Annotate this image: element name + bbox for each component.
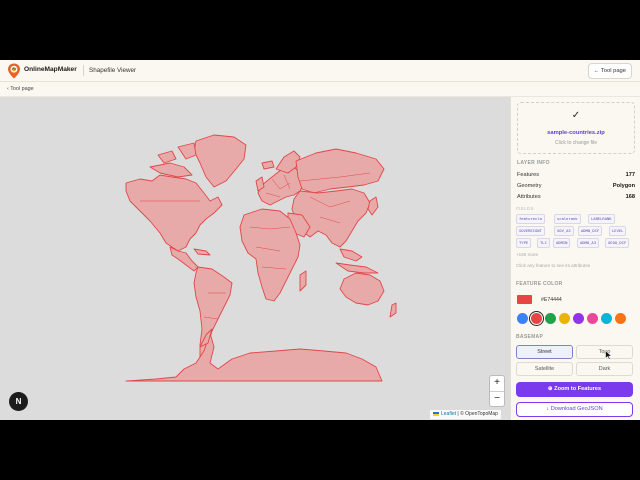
color-preset-purple[interactable] (573, 313, 584, 324)
field-chip[interactable]: TYPE (516, 238, 532, 248)
country-shape-iceland[interactable] (261, 160, 275, 170)
zoom-control: + − (489, 375, 505, 407)
field-chip[interactable]: scalerank (554, 214, 581, 224)
map-attribution: Leaflet | © OpenTopoMap (430, 410, 501, 419)
page-title: Shapefile Viewer (89, 66, 137, 74)
color-hex-value[interactable]: #E74444 (541, 297, 562, 303)
app-window: OnlineMapMaker Shapefile Viewer ← Tool p… (0, 60, 640, 420)
color-preset-yellow[interactable] (559, 313, 570, 324)
brand-name: OnlineMapMaker (24, 66, 77, 73)
zoom-in-button[interactable]: + (490, 376, 504, 392)
country-shape-se-asia[interactable] (339, 248, 363, 262)
field-chip[interactable]: ADMIN (553, 238, 571, 248)
basemap-dark-button[interactable]: Dark (576, 362, 633, 376)
attribution-text: | © OpenTopoMap (456, 411, 498, 417)
feature-color-heading: FEATURE COLOR (516, 281, 563, 287)
color-preset-green[interactable] (545, 313, 556, 324)
sidebar-lower: FIELDS featurecla scalerank LABELRANK SO… (510, 60, 640, 420)
field-chip[interactable]: LABELRANK (588, 214, 615, 224)
color-preset-pink[interactable] (587, 313, 598, 324)
field-chip[interactable]: featurecla (516, 214, 545, 224)
back-to-tool-page-link[interactable]: ‹ Tool page (7, 86, 34, 92)
country-shape-russia[interactable] (295, 148, 385, 194)
download-geojson-button[interactable]: ↓ Download GeoJSON (516, 402, 633, 417)
color-preset-cyan[interactable] (601, 313, 612, 324)
country-shape-greenland[interactable] (193, 134, 247, 188)
color-preset-orange[interactable] (615, 313, 626, 324)
country-shape-indonesia[interactable] (335, 262, 379, 274)
field-chip[interactable]: TLC (537, 238, 550, 248)
header-divider (83, 65, 84, 76)
color-preset-blue[interactable] (517, 313, 528, 324)
country-shape-madagascar[interactable] (299, 270, 307, 292)
zoom-to-features-button[interactable]: ⊕ Zoom to Features (516, 382, 633, 397)
field-chip[interactable]: ADM0_DIF (578, 226, 603, 236)
field-chip[interactable]: ADM0_A3 (577, 238, 600, 248)
ukraine-flag-icon (433, 411, 439, 416)
field-chip[interactable]: GEOU_DIF (605, 238, 630, 248)
map-canvas[interactable] (0, 97, 510, 420)
more-fields-count: +156 more (516, 252, 539, 257)
map-view[interactable]: + − Leaflet | © OpenTopoMap (0, 97, 510, 420)
basemap-heading: BASEMAP (516, 334, 544, 340)
country-shape-africa[interactable] (239, 208, 301, 302)
country-shape-north-america[interactable] (125, 174, 223, 252)
country-shape-japan[interactable] (367, 196, 379, 216)
color-preset-red[interactable] (531, 313, 542, 324)
country-shape-canada-arctic[interactable] (149, 162, 193, 178)
country-shape-antarctica[interactable] (125, 332, 383, 382)
country-shape-new-zealand[interactable] (389, 302, 397, 318)
map-pin-logo-icon (8, 63, 20, 79)
mouse-cursor-icon (605, 350, 613, 360)
country-shape-arctic-island-2[interactable] (157, 150, 177, 164)
basemap-street-button[interactable]: Street (516, 345, 573, 359)
country-shape-cuba[interactable] (193, 248, 211, 256)
field-chip[interactable]: LEVEL (609, 226, 627, 236)
color-swatch[interactable] (517, 295, 532, 304)
country-shape-central-america[interactable] (169, 246, 199, 272)
zoom-out-button[interactable]: − (490, 392, 504, 407)
feature-click-hint: Click any feature to see its attributes (516, 263, 591, 268)
leaflet-link[interactable]: Leaflet (441, 411, 456, 417)
country-shape-australia[interactable] (339, 272, 385, 306)
field-chip[interactable]: SOVEREIGNT (516, 226, 545, 236)
country-shape-arctic-island[interactable] (177, 142, 197, 160)
basemap-satellite-button[interactable]: Satellite (516, 362, 573, 376)
field-chip[interactable]: SOV_A3 (554, 226, 574, 236)
assistant-launcher-button[interactable]: N (9, 392, 28, 411)
fields-label: FIELDS (516, 206, 534, 211)
